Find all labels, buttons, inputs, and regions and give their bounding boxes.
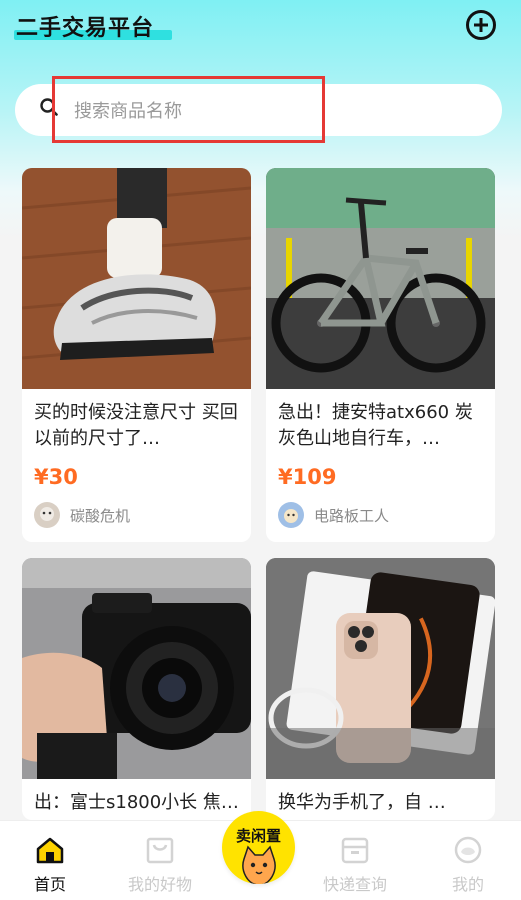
product-price: ¥109 (278, 465, 337, 489)
app-title: 二手交易平台 (16, 16, 155, 41)
tab-mine[interactable]: 我的 (418, 821, 518, 900)
product-price: ¥30 (34, 465, 78, 489)
sneakers-photo (22, 168, 251, 389)
phone-photo (266, 558, 495, 779)
tab-my-goods[interactable]: 我的好物 (110, 821, 210, 900)
camera-photo (22, 558, 251, 779)
profile-icon (454, 836, 482, 864)
mountain-bike-photo (266, 168, 495, 389)
seller-avatar (278, 502, 304, 528)
tab-label: 我的好物 (127, 875, 192, 894)
product-title: 急出！捷安特atx660 炭灰色山地自行车，… (278, 402, 473, 449)
product-card[interactable]: 急出！捷安特atx660 炭灰色山地自行车，… ¥109 电路板工人 (266, 168, 495, 542)
package-icon (341, 837, 369, 864)
home-icon (36, 837, 64, 864)
search-input[interactable] (74, 96, 314, 126)
product-card[interactable]: 换华为手机了，自 … (266, 558, 495, 820)
bag-icon (146, 837, 174, 864)
product-card[interactable]: 出：富士s1800小长 焦… (22, 558, 251, 820)
product-title: 出：富士s1800小长 焦… (34, 792, 239, 813)
seller-name: 碳酸危机 (70, 507, 131, 525)
search-icon (40, 98, 58, 116)
tab-label: 我的 (451, 875, 484, 894)
sell-idle-button[interactable]: 卖闲置 (222, 811, 295, 884)
product-card[interactable]: 买的时候没注意尺寸 买回以前的尺寸了… ¥30 碳酸危机 (22, 168, 251, 542)
top-header: 二手交易平台 (0, 0, 521, 60)
tab-label: 首页 (33, 875, 66, 894)
tab-label: 快递查询 (322, 875, 387, 894)
product-title: 买的时候没注意尺寸 买回以前的尺寸了… (34, 402, 238, 449)
seller-avatar (34, 502, 60, 528)
seller-name: 电路板工人 (314, 507, 390, 525)
product-title: 换华为手机了，自 … (278, 792, 446, 813)
cat-mascot-icon (242, 845, 276, 884)
add-listing-button[interactable] (466, 10, 496, 40)
tab-home[interactable]: 首页 (0, 821, 100, 900)
tab-express[interactable]: 快递查询 (305, 821, 405, 900)
sell-label: 卖闲置 (235, 827, 281, 845)
